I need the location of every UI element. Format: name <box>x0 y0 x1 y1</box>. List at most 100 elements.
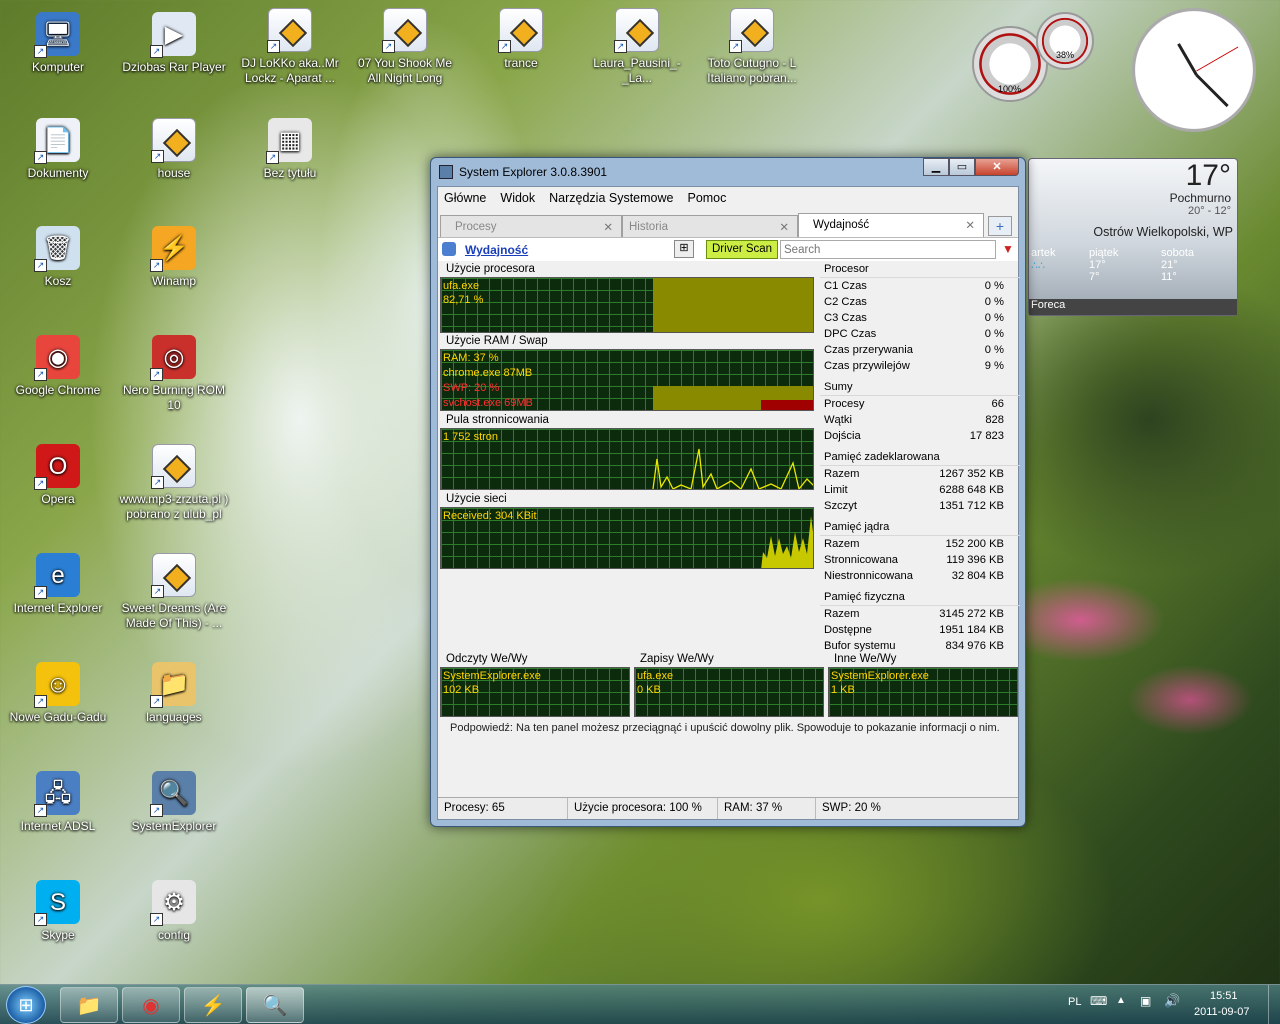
desktop-icon[interactable]: ↗ www.mp3-zrzuta.pl ) pobrano z ulub_pl <box>119 444 229 522</box>
menu-item-widok[interactable]: Widok <box>500 191 535 205</box>
taskbar-system-explorer[interactable]: 🔍 <box>246 987 304 1023</box>
show-desktop-button[interactable] <box>1268 985 1280 1024</box>
stats-row-value: 17 823 <box>969 430 1004 442</box>
network-usage-graph: Received: 304 KBit <box>440 507 814 569</box>
rain-icon: ∴∴ <box>1031 260 1045 272</box>
stats-row: Czas przywilejów 9 % <box>820 359 1020 375</box>
stats-row-label: Dojścia <box>824 430 861 442</box>
desktop-icon[interactable]: ◎ ↗ Nero Burning ROM 10 <box>119 335 229 413</box>
section-link[interactable]: Wydajność <box>465 243 528 257</box>
taskbar-chrome[interactable]: ◉ <box>122 987 180 1023</box>
desktop-icon[interactable]: ↗ house <box>119 118 229 181</box>
tab-historia[interactable]: Historia ✕ <box>622 215 798 237</box>
stats-row: Razem 1267 352 KB <box>820 467 1020 483</box>
shortcut-arrow-icon: ↗ <box>267 40 280 53</box>
desktop-icon[interactable]: O ↗ Opera <box>3 444 113 507</box>
search-dropdown-icon[interactable]: ▼ <box>1002 242 1014 256</box>
desktop-icon[interactable]: 🖥 ↗ Komputer <box>3 12 113 75</box>
desktop-icon-image: ▶ ↗ <box>150 12 196 58</box>
driver-scan-button[interactable]: Driver Scan <box>706 240 779 259</box>
app-icon <box>439 165 453 179</box>
desktop-icon-label: house <box>157 166 191 180</box>
stats-row: C1 Czas 0 % <box>820 279 1020 295</box>
desktop-icon[interactable]: ◉ ↗ Google Chrome <box>3 335 113 398</box>
taskbar-winamp[interactable]: ⚡ <box>184 987 242 1023</box>
io-other-label: Inne We/Wy <box>834 653 897 665</box>
desktop-icon[interactable]: ↗ 07 You Shook Me All Night Long <box>350 8 460 86</box>
io-other-value: 1 KB <box>831 684 855 696</box>
clock-date[interactable]: 2011-09-07 <box>1194 1006 1249 1018</box>
windows-logo-button[interactable]: ⊞ <box>674 240 694 258</box>
maximize-button[interactable]: ▭ <box>949 158 975 176</box>
shortcut-arrow-icon: ↗ <box>151 476 164 489</box>
taskbar-explorer[interactable]: 📁 <box>60 987 118 1023</box>
desktop-icon[interactable]: ↗ DJ LoKKo aka..Mr Lockz - Aparat ... <box>235 8 345 86</box>
tab-close-icon[interactable]: ✕ <box>603 220 613 234</box>
menu-item-pomoc[interactable]: Pomoc <box>687 191 726 205</box>
shortcut-arrow-icon: ↗ <box>614 40 627 53</box>
stats-group-header: Pamięć jądra <box>820 519 1020 536</box>
section-toolbar: Wydajność ⊞ Driver Scan ▼ <box>438 237 1018 261</box>
desktop-icon[interactable]: ☺ ↗ Nowe Gadu-Gadu <box>3 662 113 725</box>
stats-row-value: 834 976 KB <box>945 640 1004 652</box>
menu-item-narzedzia[interactable]: Narzędzia Systemowe <box>549 191 673 205</box>
shortcut-arrow-icon: ↗ <box>34 804 47 817</box>
desktop-icon[interactable]: ▶ ↗ Dziobas Rar Player <box>119 12 229 75</box>
desktop-icon[interactable]: 📁 ↗ languages <box>119 662 229 725</box>
io-reads-label: Odczyty We/Wy <box>446 653 528 665</box>
desktop-icon[interactable]: ↗ trance <box>466 8 576 71</box>
desktop-icon[interactable]: 📄 ↗ Dokumenty <box>3 118 113 181</box>
stats-row: C3 Czas 0 % <box>820 311 1020 327</box>
tab-close-icon[interactable]: ✕ <box>965 218 975 232</box>
desktop-icon-label: Internet ADSL <box>20 819 96 833</box>
shortcut-arrow-icon: ↗ <box>34 913 47 926</box>
start-button[interactable]: ⊞ <box>6 986 46 1024</box>
search-input[interactable] <box>780 240 996 259</box>
stats-row: Dojścia 17 823 <box>820 429 1020 445</box>
desktop-icon[interactable]: ↗ Sweet Dreams (Are Made Of This) - ... <box>119 553 229 631</box>
desktop-icon-label: SystemExplorer <box>131 819 217 833</box>
stats-row-label: Razem <box>824 608 860 620</box>
language-indicator[interactable]: PL <box>1068 996 1081 1008</box>
stats-row: Szczyt 1351 712 KB <box>820 499 1020 515</box>
weather-gadget[interactable]: 17° Pochmurno 20° - 12° Ostrów Wielkopol… <box>1028 158 1238 316</box>
cpu-usage-label: Użycie procesora <box>446 263 535 275</box>
desktop-icon[interactable]: S ↗ Skype <box>3 880 113 943</box>
tab-close-icon[interactable]: ✕ <box>779 220 789 234</box>
memory-meter-gadget[interactable]: 38% <box>1036 12 1094 70</box>
desktop-icon[interactable]: ↗ Laura_Pausini_-_La... <box>582 8 692 86</box>
desktop-icon-image: 📄 ↗ <box>34 118 80 164</box>
window-titlebar[interactable]: System Explorer 3.0.8.3901 ▁ ▭ ✕ <box>431 158 1025 186</box>
desktop-icon[interactable]: e ↗ Internet Explorer <box>3 553 113 616</box>
desktop-icon[interactable]: ↗ Toto Cutugno - L Italiano pobran... <box>697 8 807 86</box>
status-bar: Procesy: 65 Użycie procesora: 100 % RAM:… <box>438 797 1018 819</box>
stats-row-label: Limit <box>824 484 848 496</box>
status-ram: RAM: 37 % <box>718 798 816 819</box>
io-reads-process: SystemExplorer.exe <box>443 670 541 682</box>
cpu-usage-graph: ufa.exe 82,71 % <box>440 277 814 333</box>
desktop-icon[interactable]: ⚡ ↗ Winamp <box>119 226 229 289</box>
desktop-icon[interactable]: ▦ ↗ Bez tytułu <box>235 118 345 181</box>
volume-tray-icon[interactable]: 🔊 <box>1164 993 1180 1009</box>
tab-procesy[interactable]: Procesy ✕ <box>440 215 622 237</box>
network-tray-icon[interactable]: ▣ <box>1140 994 1151 1008</box>
desktop-icon[interactable]: 🔍 ↗ SystemExplorer <box>119 771 229 834</box>
shortcut-arrow-icon: ↗ <box>150 259 163 272</box>
desktop-icon[interactable]: 🗑 ↗ Kosz <box>3 226 113 289</box>
clock-time[interactable]: 15:51 <box>1210 990 1238 1002</box>
tab-wydajnosc[interactable]: Wydajność ✕ <box>798 213 984 237</box>
stats-row-label: Czas przerywania <box>824 344 913 356</box>
menu-item-glowne[interactable]: Główne <box>444 191 486 205</box>
desktop-icon[interactable]: ⚙ ↗ config <box>119 880 229 943</box>
stats-row-value: 3145 272 KB <box>939 608 1004 620</box>
desktop-icon[interactable]: 🖧 ↗ Internet ADSL <box>3 771 113 834</box>
close-button[interactable]: ✕ <box>975 158 1019 176</box>
new-tab-button[interactable]: + <box>988 216 1012 236</box>
clock-gadget[interactable] <box>1132 8 1256 132</box>
shortcut-arrow-icon: ↗ <box>266 151 279 164</box>
keyboard-icon[interactable]: ⌨ <box>1090 994 1107 1008</box>
tray-expand-icon[interactable]: ▲ <box>1116 995 1126 1006</box>
minimize-button[interactable]: ▁ <box>923 158 949 176</box>
performance-stats: Procesor C1 Czas 0 % C2 Czas 0 % C3 Czas 0 % DP… <box>820 261 1020 659</box>
desktop-icon-image: ↗ <box>151 118 196 163</box>
